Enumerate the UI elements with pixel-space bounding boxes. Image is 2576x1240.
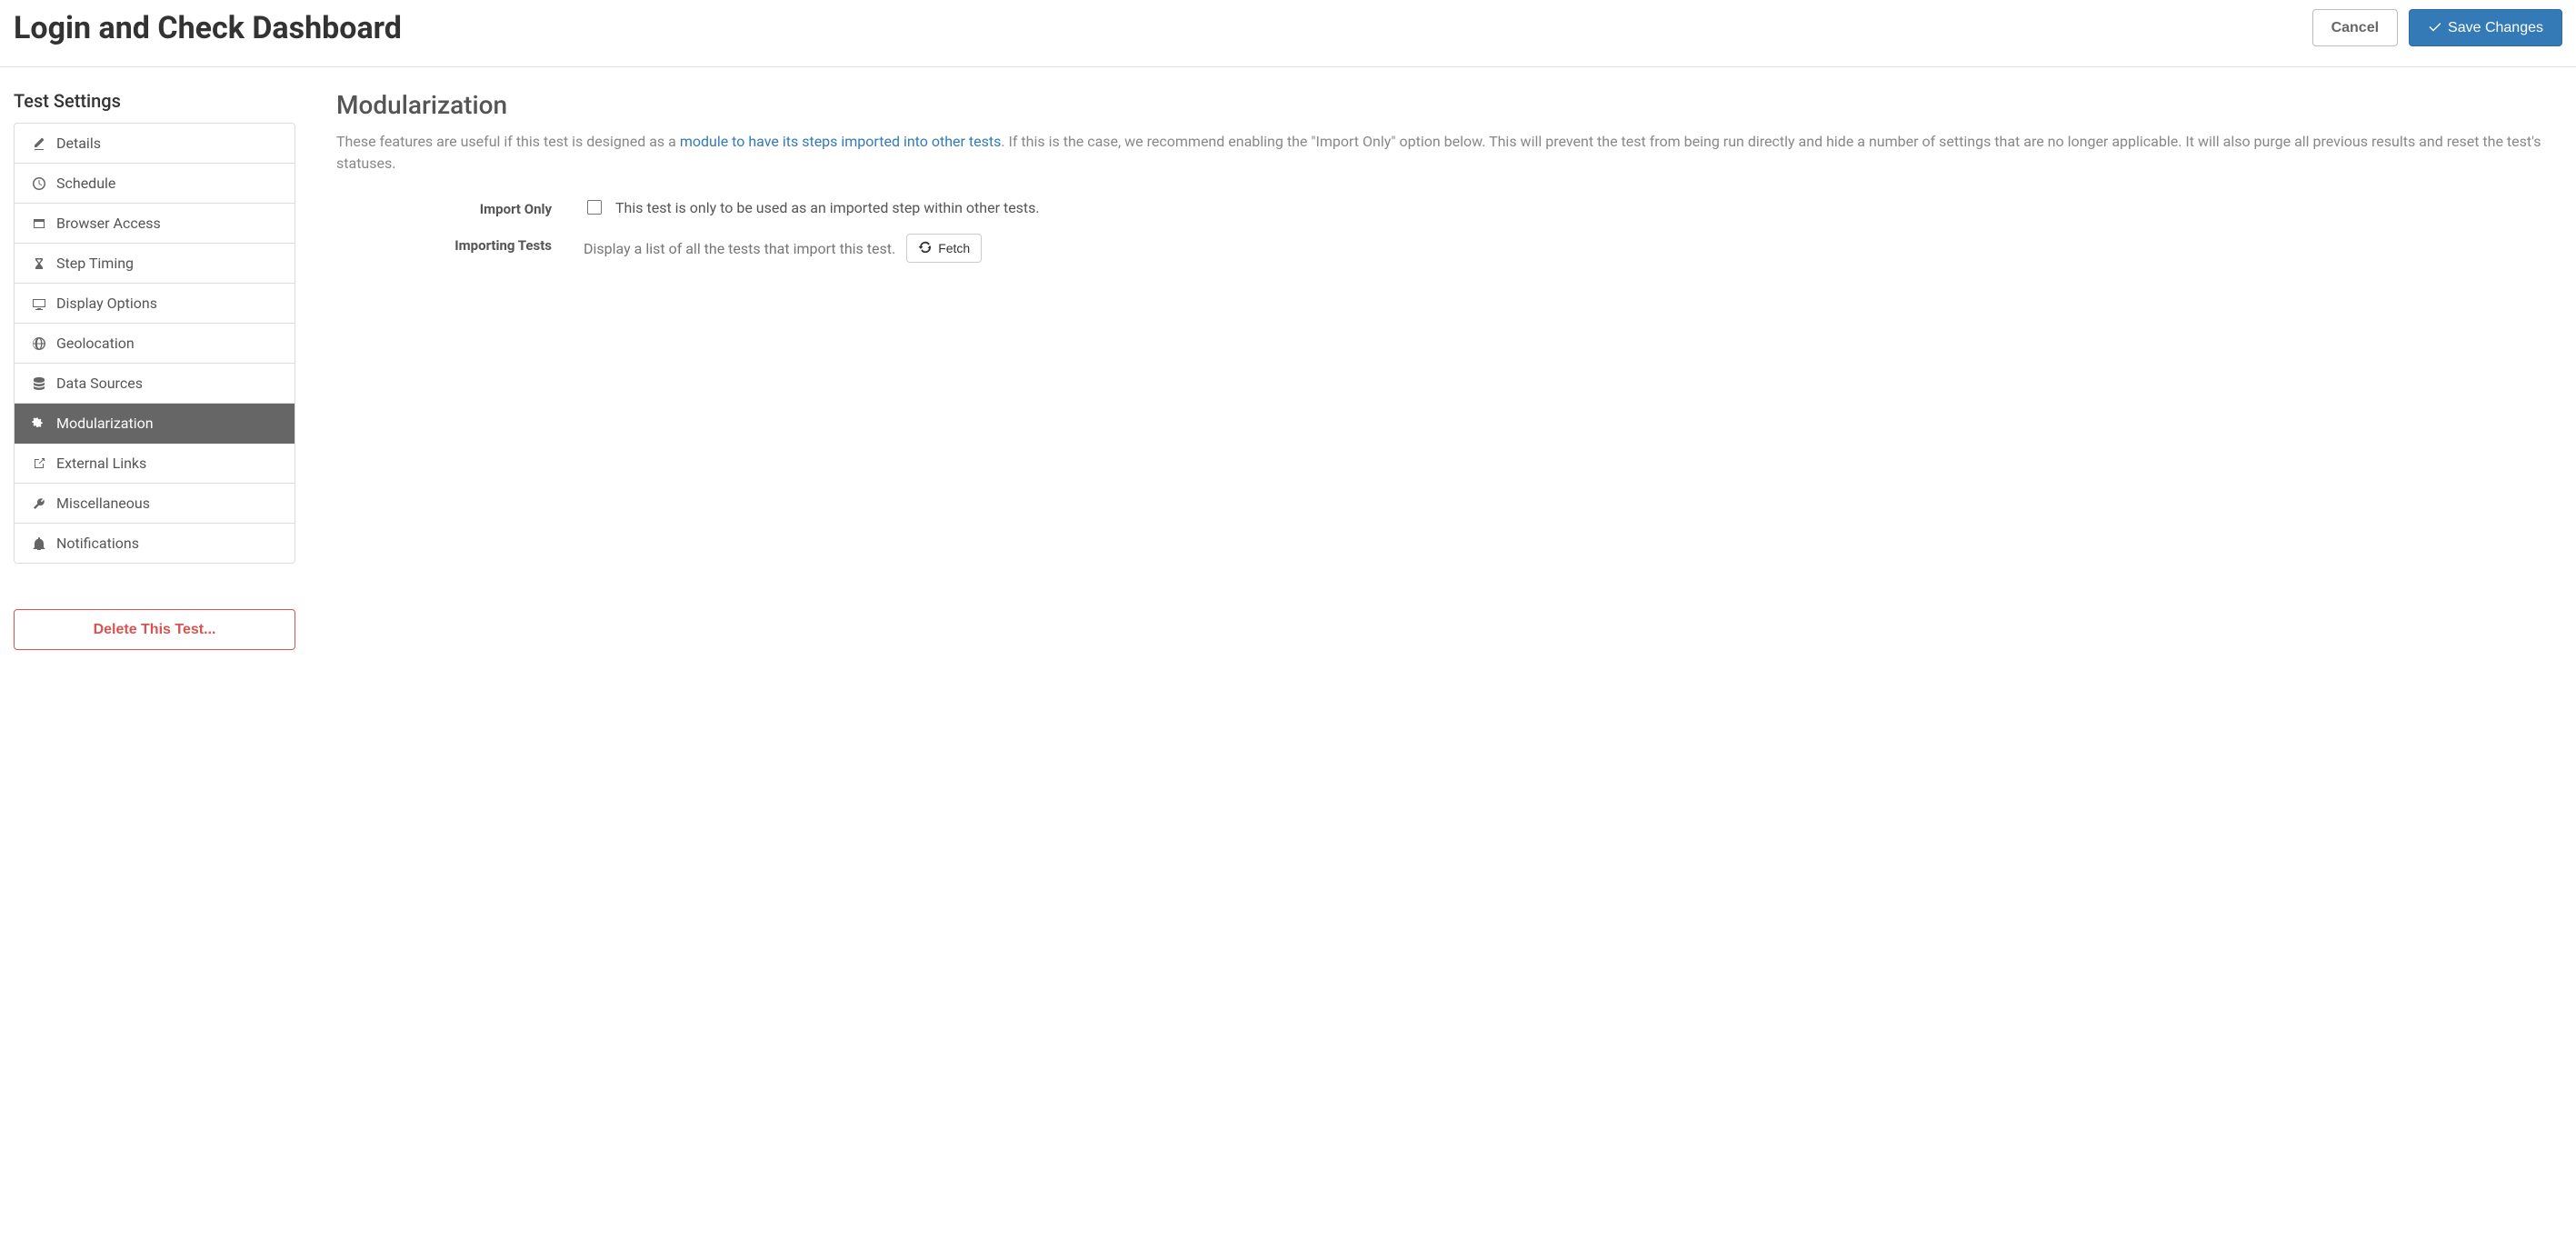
hourglass-icon (31, 256, 45, 270)
fetch-button-label: Fetch (938, 241, 970, 256)
header-actions: Cancel Save Changes (2312, 9, 2562, 46)
refresh-icon (918, 240, 931, 256)
sidebar-item-label: Geolocation (56, 335, 135, 352)
sidebar: Test Settings Details Schedule Browser Acc… (14, 90, 295, 650)
fetch-button[interactable]: Fetch (906, 234, 982, 263)
sidebar-item-data-sources[interactable]: Data Sources (15, 364, 295, 404)
sidebar-item-label: Miscellaneous (56, 495, 150, 512)
sidebar-title: Test Settings (14, 90, 295, 112)
delete-test-button[interactable]: Delete This Test... (14, 609, 295, 650)
content-panel: Modularization These features are useful… (336, 90, 2562, 650)
globe-icon (31, 336, 45, 350)
module-link[interactable]: module to have its steps imported into o… (680, 133, 1002, 150)
database-icon (31, 376, 45, 390)
import-only-checkbox[interactable] (587, 200, 602, 215)
import-only-text: This test is only to be used as an impor… (615, 199, 1040, 216)
sidebar-item-label: Notifications (56, 535, 139, 552)
sidebar-item-label: Step Timing (56, 255, 134, 272)
sidebar-list: Details Schedule Browser Access Step Timing… (14, 123, 295, 564)
desc-pre: These features are useful if this test i… (336, 133, 680, 150)
sidebar-item-details[interactable]: Details (15, 124, 295, 164)
save-button[interactable]: Save Changes (2409, 9, 2562, 46)
cogs-icon (31, 416, 45, 430)
external-icon (31, 456, 45, 470)
monitor-icon (31, 296, 45, 310)
cancel-button[interactable]: Cancel (2312, 9, 2398, 46)
clock-icon (31, 176, 45, 190)
content-description: These features are useful if this test i… (336, 131, 2553, 175)
check-icon (2428, 19, 2441, 36)
sidebar-item-modularization[interactable]: Modularization (15, 404, 295, 444)
pencil-icon (31, 136, 45, 150)
sidebar-item-label: Data Sources (56, 375, 143, 392)
sidebar-item-label: Schedule (56, 175, 115, 192)
sidebar-item-browser-access[interactable]: Browser Access (15, 204, 295, 244)
import-only-row: Import Only This test is only to be used… (336, 197, 2553, 217)
sidebar-item-geolocation[interactable]: Geolocation (15, 324, 295, 364)
content-heading: Modularization (336, 90, 2553, 120)
sidebar-item-external-links[interactable]: External Links (15, 444, 295, 484)
wrench-icon (31, 496, 45, 510)
sidebar-item-label: Browser Access (56, 215, 161, 232)
window-icon (31, 216, 45, 230)
sidebar-item-miscellaneous[interactable]: Miscellaneous (15, 484, 295, 524)
bell-icon (31, 536, 45, 550)
sidebar-item-label: Details (56, 135, 101, 152)
sidebar-item-step-timing[interactable]: Step Timing (15, 244, 295, 284)
sidebar-item-notifications[interactable]: Notifications (15, 524, 295, 563)
cancel-button-label: Cancel (2331, 19, 2379, 36)
sidebar-item-display-options[interactable]: Display Options (15, 284, 295, 324)
importing-tests-text: Display a list of all the tests that imp… (584, 240, 895, 257)
delete-test-label: Delete This Test... (94, 621, 216, 638)
sidebar-item-schedule[interactable]: Schedule (15, 164, 295, 204)
save-button-label: Save Changes (2448, 19, 2543, 36)
sidebar-item-label: Display Options (56, 295, 157, 312)
importing-tests-row: Importing Tests Display a list of all th… (336, 234, 2553, 263)
page-title: Login and Check Dashboard (14, 10, 402, 46)
importing-tests-label: Importing Tests (336, 234, 584, 254)
import-only-label: Import Only (336, 197, 584, 217)
header-bar: Login and Check Dashboard Cancel Save Ch… (0, 0, 2576, 67)
sidebar-item-label: Modularization (56, 415, 154, 432)
sidebar-item-label: External Links (56, 455, 146, 472)
